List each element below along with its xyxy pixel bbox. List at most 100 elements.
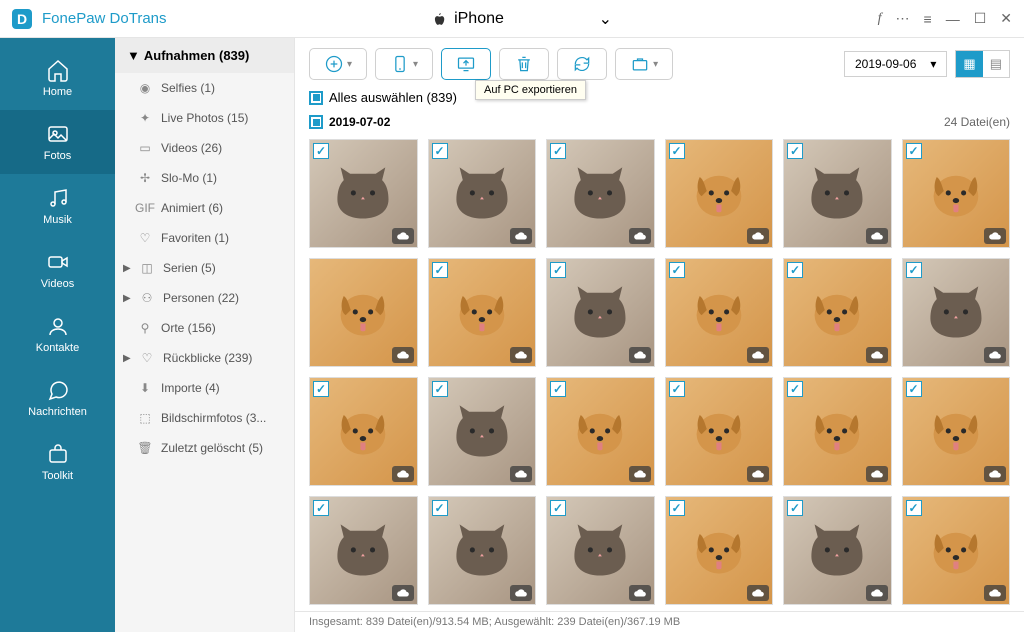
category-item[interactable]: ✢Slo-Mo (1): [115, 163, 294, 193]
delete-button[interactable]: [499, 48, 549, 80]
thumbnail-checkbox[interactable]: ✓: [550, 500, 566, 516]
toolbox-button[interactable]: ▾: [615, 48, 673, 80]
photo-icon: [46, 122, 70, 146]
minimize-icon[interactable]: —: [946, 11, 960, 27]
photo-thumbnail[interactable]: ✓: [428, 258, 537, 367]
category-item[interactable]: GIFAnimiert (6): [115, 193, 294, 223]
thumbnail-checkbox[interactable]: ✓: [550, 143, 566, 159]
thumbnail-checkbox[interactable]: ✓: [906, 143, 922, 159]
category-item[interactable]: ▶⚇Personen (22): [115, 283, 294, 313]
photo-thumbnail[interactable]: ✓: [309, 377, 418, 486]
thumbnail-checkbox[interactable]: ✓: [787, 500, 803, 516]
maximize-icon[interactable]: ☐: [974, 10, 987, 27]
thumbnail-checkbox[interactable]: ✓: [432, 500, 448, 516]
sidebar-item-kontakte[interactable]: Kontakte: [0, 302, 115, 366]
sidebar-item-home[interactable]: Home: [0, 46, 115, 110]
chevron-down-icon: ▼: [127, 48, 140, 63]
photo-thumbnail[interactable]: ✓: [546, 258, 655, 367]
category-label: Importe (4): [161, 381, 220, 395]
sidebar-item-musik[interactable]: Musik: [0, 174, 115, 238]
photo-thumbnail[interactable]: ✓: [428, 496, 537, 605]
select-all-checkbox[interactable]: [309, 91, 323, 105]
thumbnail-checkbox[interactable]: ✓: [906, 381, 922, 397]
thumbnail-checkbox[interactable]: ✓: [313, 143, 329, 159]
thumbnail-checkbox[interactable]: ✓: [432, 381, 448, 397]
thumbnail-checkbox[interactable]: ✓: [432, 143, 448, 159]
photo-thumbnail[interactable]: ✓: [546, 377, 655, 486]
photo-thumbnail[interactable]: ✓: [665, 139, 774, 248]
feedback-icon[interactable]: ⋯: [896, 10, 910, 27]
category-item[interactable]: ◉Selfies (1): [115, 73, 294, 103]
photo-thumbnail[interactable]: ✓: [783, 496, 892, 605]
thumbnail-checkbox[interactable]: ✓: [906, 262, 922, 278]
list-view-button[interactable]: ▤: [983, 51, 1009, 77]
photo-thumbnail[interactable]: ✓: [546, 496, 655, 605]
thumbnail-checkbox[interactable]: ✓: [669, 262, 685, 278]
device-selector[interactable]: iPhone ⌄: [422, 5, 622, 33]
category-item[interactable]: ▶◫Serien (5): [115, 253, 294, 283]
photo-thumbnail[interactable]: ✓: [309, 139, 418, 248]
category-item[interactable]: ♡Favoriten (1): [115, 223, 294, 253]
refresh-button[interactable]: [557, 48, 607, 80]
category-item[interactable]: ✦Live Photos (15): [115, 103, 294, 133]
photo-thumbnail[interactable]: ✓: [665, 258, 774, 367]
category-item[interactable]: ⚲Orte (156): [115, 313, 294, 343]
close-icon[interactable]: ✕: [1000, 10, 1012, 27]
category-item[interactable]: ▶♡Rückblicke (239): [115, 343, 294, 373]
category-item[interactable]: ⬚Bildschirmfotos (3...: [115, 403, 294, 433]
thumbnail-checkbox[interactable]: ✓: [787, 262, 803, 278]
photo-thumbnail[interactable]: ✓: [546, 139, 655, 248]
category-item[interactable]: ▭Videos (26): [115, 133, 294, 163]
thumbnail-checkbox[interactable]: ✓: [669, 143, 685, 159]
photo-thumbnail[interactable]: ✓: [902, 377, 1011, 486]
thumbnail-checkbox[interactable]: ✓: [550, 262, 566, 278]
thumbnail-checkbox[interactable]: ✓: [787, 143, 803, 159]
category-header[interactable]: ▼ Aufnahmen (839): [115, 38, 294, 73]
sidebar-item-nachrichten[interactable]: Nachrichten: [0, 366, 115, 430]
category-item[interactable]: 🗑Zuletzt gelöscht (5): [115, 433, 294, 463]
photo-thumbnail[interactable]: ✓: [428, 139, 537, 248]
chevron-down-icon: ▾: [347, 59, 352, 70]
category-icon: ✢: [137, 171, 153, 185]
thumbnail-checkbox[interactable]: ✓: [669, 381, 685, 397]
thumbnail-checkbox[interactable]: ✓: [669, 500, 685, 516]
photo-thumbnail[interactable]: ✓: [783, 377, 892, 486]
sidebar-item-label: Videos: [41, 278, 74, 290]
thumbnail-checkbox[interactable]: ✓: [313, 381, 329, 397]
thumbnail-checkbox[interactable]: ✓: [550, 381, 566, 397]
thumbnail-checkbox[interactable]: ✓: [787, 381, 803, 397]
photo-thumbnail[interactable]: ✓: [902, 258, 1011, 367]
date-picker[interactable]: 2019-09-06▾: [844, 51, 947, 77]
group-date: 2019-07-02: [329, 115, 390, 129]
photo-thumbnail[interactable]: [309, 258, 418, 367]
sidebar-item-toolkit[interactable]: Toolkit: [0, 430, 115, 494]
grid-view-button[interactable]: ▦: [956, 51, 982, 77]
sidebar-item-fotos[interactable]: Fotos: [0, 110, 115, 174]
group-checkbox[interactable]: [309, 115, 323, 129]
photo-thumbnail[interactable]: ✓: [665, 377, 774, 486]
photo-thumbnail[interactable]: ✓: [428, 377, 537, 486]
to-device-button[interactable]: ▾: [375, 48, 433, 80]
group-header[interactable]: 2019-07-02 24 Datei(en): [295, 111, 1024, 133]
photo-thumbnail[interactable]: ✓: [665, 496, 774, 605]
category-icon: ⬚: [137, 411, 153, 425]
add-button[interactable]: ▾: [309, 48, 367, 80]
category-icon: GIF: [137, 201, 153, 215]
chevron-down-icon: ▾: [930, 57, 936, 71]
export-pc-button[interactable]: [441, 48, 491, 80]
thumbnail-checkbox[interactable]: ✓: [432, 262, 448, 278]
photo-thumbnail[interactable]: ✓: [783, 139, 892, 248]
thumbnail-checkbox[interactable]: ✓: [906, 500, 922, 516]
category-item[interactable]: ⬇Importe (4): [115, 373, 294, 403]
facebook-icon[interactable]: f: [878, 11, 882, 27]
photo-thumbnail[interactable]: ✓: [902, 139, 1011, 248]
thumbnail-checkbox[interactable]: ✓: [313, 500, 329, 516]
toolbar: ▾ ▾ ▾ Auf PC exportieren 2019-09-06▾ ▦ ▤: [295, 38, 1024, 90]
photo-thumbnail[interactable]: ✓: [309, 496, 418, 605]
category-icon: ⚲: [137, 321, 153, 335]
photo-thumbnail[interactable]: ✓: [902, 496, 1011, 605]
photo-thumbnail[interactable]: ✓: [783, 258, 892, 367]
select-all-row[interactable]: Alles auswählen (839): [295, 90, 1024, 111]
menu-icon[interactable]: ≡: [924, 11, 932, 27]
sidebar-item-videos[interactable]: Videos: [0, 238, 115, 302]
